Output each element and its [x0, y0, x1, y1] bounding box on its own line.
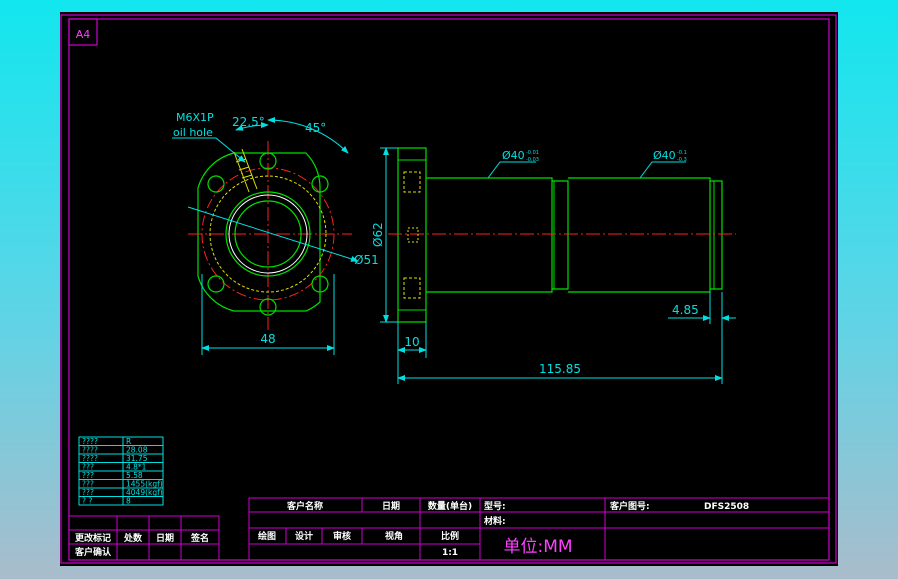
- end-length-label: 4.85: [672, 303, 699, 317]
- shaft-dia-1-label: Ø40: [502, 149, 525, 162]
- qty-label: 数量(单台): [428, 500, 472, 512]
- revision-col-2: 处数: [123, 532, 143, 544]
- shaft-end: [710, 180, 723, 290]
- customer-name-label: 客户名称: [286, 500, 323, 512]
- size-tag-text: A4: [76, 28, 91, 41]
- view-angle-label: 视角: [385, 530, 403, 542]
- spec-row-value: 4049(kgf): [126, 488, 163, 497]
- angle-large-label: 45°: [305, 121, 326, 135]
- customer-confirm: 客户确认: [74, 546, 112, 558]
- drawing-sheet: A4 M6X1P oil hole 22.5° 45° Ø51 48 Ø62 Ø…: [60, 12, 838, 566]
- shaft-dia-1-leader: [487, 161, 536, 179]
- flange-thickness-label: 10: [404, 335, 419, 349]
- shaft-section-1: [426, 177, 553, 293]
- width-label: 48: [260, 332, 275, 346]
- unit-label: 单位:MM: [503, 537, 572, 557]
- drawing-no-value: DFS2508: [704, 502, 749, 512]
- angle-small-label: 22.5°: [232, 115, 265, 129]
- date-label: 日期: [382, 500, 400, 512]
- shaft-tol-1-lower: -0.03: [526, 157, 539, 163]
- spec-row-key: ? ?: [82, 497, 92, 506]
- flange-dia-label: Ø62: [371, 222, 385, 247]
- material-label: 材料:: [483, 515, 506, 527]
- hole-label: oil hole: [173, 126, 213, 139]
- shaft-dia-2-leader: [639, 161, 686, 179]
- shaft-section-2: [568, 177, 711, 293]
- shaft-tol-2-lower: -0.3: [677, 157, 687, 163]
- side-view: Ø62 Ø40 -0.01 -0.03 Ø40 -0.1 -0.3 4.85 1…: [371, 147, 736, 384]
- scale-value: 1:1: [442, 548, 458, 558]
- total-length-label: 115.85: [539, 362, 581, 376]
- drawing-canvas: A4 M6X1P oil hole 22.5° 45° Ø51 48 Ø62 Ø…: [60, 14, 837, 564]
- thread-label: M6X1P: [176, 111, 214, 124]
- drawing-no-label: 客户图号:: [609, 500, 650, 512]
- shaft-dia-2-label: Ø40: [653, 149, 676, 162]
- scale-label: 比例: [441, 530, 459, 542]
- revision-col-4: 签名: [190, 532, 209, 544]
- revision-texts: 更改标记 处数 日期 签名 客户确认: [74, 532, 209, 558]
- revision-col-3: 日期: [156, 532, 174, 544]
- designer-label: 设计: [295, 530, 313, 542]
- revision-col-1: 更改标记: [75, 532, 111, 544]
- pcd-label: Ø51: [354, 253, 379, 267]
- side-flange: [397, 147, 427, 323]
- model-label: 型号:: [484, 500, 506, 512]
- bolt-hole: [207, 175, 225, 193]
- spec-row-value: 8: [126, 497, 131, 506]
- checker-label: 审核: [333, 530, 351, 542]
- thread-leader: [172, 137, 246, 163]
- flange-thickness-dimension: [397, 322, 427, 384]
- size-tag: A4: [68, 18, 98, 46]
- bolt-hole: [207, 275, 225, 293]
- drafter-label: 绘图: [258, 530, 276, 542]
- front-view: M6X1P oil hole 22.5° 45° Ø51 48: [172, 111, 379, 355]
- shaft-tol-2-upper: -0.1: [677, 150, 687, 156]
- spec-table: ???? R???? 28.08???? 31.75??? 4.8*1??? 5.58??…: [78, 436, 164, 506]
- shaft-tol-1-upper: -0.01: [526, 150, 539, 156]
- side-oil-hole: [407, 227, 419, 243]
